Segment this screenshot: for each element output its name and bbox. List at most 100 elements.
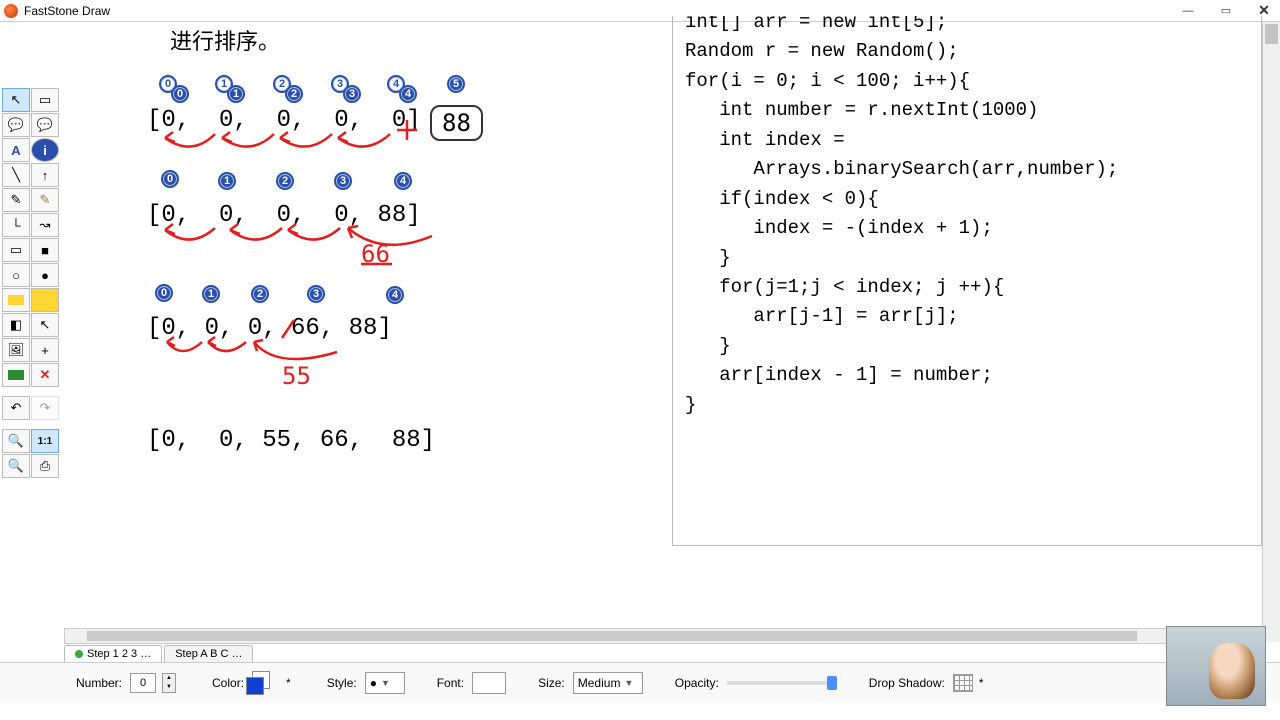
opacity-slider[interactable] (727, 681, 837, 685)
drop-shadow-label: Drop Shadow: (869, 676, 945, 690)
vertical-scrollbar[interactable] (1262, 22, 1280, 642)
ellipse-tool[interactable]: ○ (2, 263, 30, 287)
highlighter-tool[interactable]: ✎ (31, 188, 59, 212)
size-value: Medium (578, 676, 621, 690)
drawing-left-pane: 进行排序。 [0, 0, 0, 0, 0] 88 0 0 1 1 2 2 3 3… (62, 22, 662, 642)
select-tool[interactable]: ▭ (31, 88, 59, 112)
style-label: Style: (327, 676, 357, 690)
font-combo[interactable] (472, 672, 506, 694)
connector-tool[interactable]: ↝ (31, 213, 59, 237)
color-label: Color: (212, 676, 244, 690)
number-label: Number: (76, 676, 122, 690)
index-badge-1b: 1 (227, 85, 245, 103)
index-badge-2b: 2 (285, 85, 303, 103)
text-balloon-tool[interactable]: 💬 (2, 113, 30, 137)
code-line: Random r = new Random(); (685, 37, 1249, 66)
opacity-slider-knob[interactable] (827, 676, 837, 690)
tab-label: Step 1 2 3 … (87, 648, 151, 660)
code-line: int[] arr = new int[5]; (685, 16, 1249, 37)
index-badge-4b: 4 (399, 85, 417, 103)
code-line: for(i = 0; i < 100; i++){ (685, 67, 1249, 96)
fill-color-swatch[interactable] (246, 677, 264, 695)
horizontal-scrollbar-thumb[interactable] (87, 631, 1137, 641)
index-badge-3b: 3 (343, 85, 361, 103)
pencil-tool[interactable]: ✎ (2, 188, 30, 212)
index-badge-5: 5 (447, 75, 465, 93)
code-line: Arrays.binarySearch(arr,number); (685, 155, 1249, 184)
chevron-down-icon: ▼ (381, 678, 390, 688)
zoom-out-button[interactable]: 🔍 (2, 454, 30, 478)
r2-badge-3: 3 (334, 172, 352, 190)
green-swatch-tool[interactable] (2, 363, 30, 387)
index-badge-0b: 0 (171, 85, 189, 103)
image-tool[interactable]: 🖼 (2, 338, 30, 362)
style-combo[interactable]: ● ▼ (365, 672, 405, 694)
arrow-tool[interactable]: ↑ (31, 163, 59, 187)
array-row-3: [0, 0, 0, 66, 88] (147, 315, 392, 342)
tab-active-indicator-icon (75, 650, 83, 658)
r3-badge-2: 2 (251, 285, 269, 303)
size-label: Size: (538, 676, 565, 690)
add-tool[interactable]: + (31, 338, 59, 362)
delete-tool[interactable]: ✕ (31, 363, 59, 387)
chevron-down-icon: ▼ (624, 678, 633, 688)
filled-rectangle-tool[interactable]: ■ (31, 238, 59, 262)
filled-ellipse-tool[interactable]: ● (31, 263, 59, 287)
number-badge-tool[interactable]: i (31, 138, 59, 162)
drop-shadow-modified-star: * (979, 676, 984, 690)
color-modified-star: * (286, 676, 291, 690)
eraser-tool[interactable]: ◧ (2, 313, 30, 337)
number-spinner[interactable]: ▲▼ (162, 673, 176, 693)
tab-step-123[interactable]: Step 1 2 3 … (64, 645, 162, 662)
drop-shadow-picker[interactable] (953, 674, 973, 692)
yellow-fill-tool[interactable] (31, 288, 59, 312)
array-row-4: [0, 0, 55, 66, 88] (147, 427, 435, 454)
print-button[interactable]: ⎙ (31, 454, 59, 478)
style-value: ● (370, 676, 377, 690)
zoom-in-button[interactable]: 🔍 (2, 429, 30, 453)
yellow-highlight-tool[interactable] (2, 288, 30, 312)
number-input[interactable] (130, 673, 156, 693)
size-combo[interactable]: Medium ▼ (573, 672, 643, 694)
canvas[interactable]: 进行排序。 [0, 0, 0, 0, 0] 88 0 0 1 1 2 2 3 3… (62, 22, 1280, 642)
code-line: for(j=1;j < index; j ++){ (685, 273, 1249, 302)
code-line: index = -(index + 1); (685, 214, 1249, 243)
r2-badge-4: 4 (394, 172, 412, 190)
code-line: } (685, 244, 1249, 273)
webcam-overlay (1166, 626, 1266, 706)
l-shape-tool[interactable]: └ (2, 213, 30, 237)
cursor-tool[interactable]: ↖ (31, 313, 59, 337)
code-line: int number = r.nextInt(1000) (685, 96, 1249, 125)
undo-button[interactable]: ↶ (2, 396, 30, 420)
inserted-55: 55 (282, 362, 311, 390)
code-line: if(index < 0){ (685, 185, 1249, 214)
code-line: arr[index - 1] = number; (685, 361, 1249, 390)
zoom-actual-button[interactable]: 1:1 (31, 429, 59, 453)
step-tabs: Step 1 2 3 … Step A B C … (64, 642, 1280, 662)
opacity-label: Opacity: (675, 676, 719, 690)
redo-button[interactable]: ↷ (31, 396, 59, 420)
line-tool[interactable]: ╲ (2, 163, 30, 187)
r3-badge-4: 4 (386, 286, 404, 304)
color-swatch-picker[interactable] (252, 671, 280, 695)
callout-tool[interactable]: 💬 (31, 113, 59, 137)
r2-badge-0: 0 (161, 170, 179, 188)
array-row-2: [0, 0, 0, 0, 88] (147, 202, 421, 229)
rectangle-tool[interactable]: ▭ (2, 238, 30, 262)
font-label: Font: (437, 676, 464, 690)
r3-badge-0: 0 (155, 284, 173, 302)
chinese-caption: 进行排序。 (170, 24, 280, 56)
r3-badge-3: 3 (307, 285, 325, 303)
vertical-scrollbar-thumb[interactable] (1265, 24, 1278, 44)
code-line: } (685, 391, 1249, 420)
code-line: arr[j-1] = arr[j]; (685, 302, 1249, 331)
tab-label: Step A B C … (175, 648, 242, 660)
code-line: } (685, 332, 1249, 361)
pointer-tool[interactable]: ↖ (2, 88, 30, 112)
tab-step-abc[interactable]: Step A B C … (164, 645, 253, 662)
text-tool[interactable]: A (2, 138, 30, 162)
inserted-66: 66 (361, 240, 390, 268)
r3-badge-1: 1 (202, 285, 220, 303)
app-icon (4, 4, 18, 18)
code-pane: int[] arr = new int[5]; Random r = new R… (672, 16, 1262, 546)
